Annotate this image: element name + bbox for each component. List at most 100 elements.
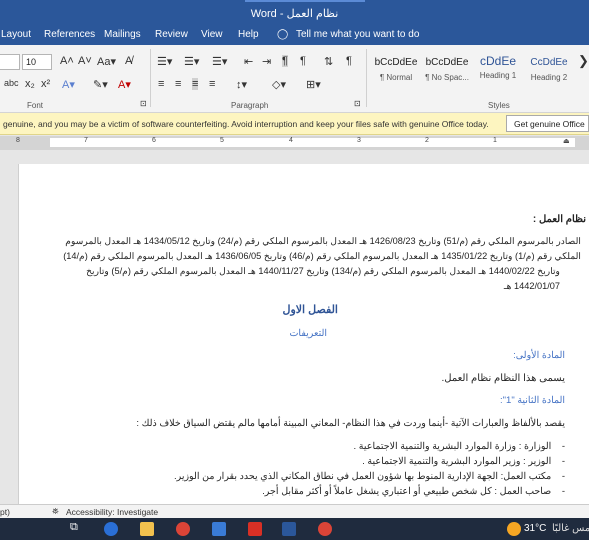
style-name: Heading 1 (479, 71, 517, 80)
ruler-number: 5 (220, 137, 224, 144)
group-separator (150, 49, 151, 107)
chapter-subheading: التعريفات (289, 328, 327, 339)
style-name: Heading 2 (530, 73, 568, 82)
ribbon-tabs: Layout References Mailings Review View H… (0, 25, 589, 45)
intro-line: 1442/01/07 هـ (503, 281, 560, 291)
ltr-direction-icon[interactable]: ¶ (282, 55, 288, 67)
rtl-direction-icon[interactable]: ¶ (300, 55, 306, 67)
tab-view[interactable]: View (201, 29, 223, 40)
decrease-indent-icon[interactable]: ⇤ (244, 55, 253, 68)
style-heading-1[interactable]: cDdEe Heading 1 (471, 48, 525, 92)
group-separator (366, 49, 367, 107)
document-title: نظام العمل : (532, 214, 586, 225)
tab-references[interactable]: References (44, 29, 95, 40)
tab-help[interactable]: Help (238, 29, 259, 40)
ruler-number: 4 (289, 137, 293, 144)
edge-icon[interactable] (104, 522, 118, 536)
acrobat-icon[interactable] (248, 522, 262, 536)
text-effects-icon[interactable]: A▾ (62, 78, 75, 91)
font-dialog-launcher-icon[interactable]: ⊡ (140, 99, 147, 108)
article-2-text: يقصد بالألفاظ والعبارات الآتية -أينما ور… (136, 418, 565, 429)
horizontal-ruler[interactable]: 8 7 6 5 4 3 2 1 ⏏ (0, 136, 589, 150)
styles-scroll-icon[interactable]: ❯ (578, 53, 589, 69)
tell-me-search[interactable]: Tell me what you want to do (296, 29, 419, 40)
status-bar: pt) ⛯ Accessibility: Investigate (0, 504, 589, 518)
superscript-icon[interactable]: x² (41, 78, 50, 90)
justify-icon[interactable]: ≡ (209, 78, 215, 90)
shading-icon[interactable]: ◇▾ (272, 78, 286, 91)
ruler-number: 6 (152, 137, 156, 144)
style-name: ¶ No Spac... (425, 73, 469, 82)
font-group-label: Font (27, 101, 44, 110)
font-color-icon[interactable]: A▾ (118, 78, 131, 91)
ruler-number: 3 (357, 137, 361, 144)
definition-text: صاحب العمل : كل شخص طبيعي أو اعتباري يشغ… (262, 486, 552, 497)
strikethrough-icon[interactable]: abc (4, 78, 19, 88)
warning-message: genuine, and you may be a victim of soft… (3, 119, 489, 129)
weather-icon[interactable] (507, 522, 521, 536)
highlight-color-icon[interactable]: ✎▾ (93, 78, 108, 91)
temperature: 31°C (524, 523, 547, 534)
title-bar: Word - نظام العمل (0, 0, 589, 25)
tab-mailings[interactable]: Mailings (104, 29, 141, 40)
document-page[interactable]: نظام العمل : الصادر بالمرسوم الملكي رقم … (18, 164, 589, 504)
intro-line: الصادر بالمرسوم الملكي رقم (م/51) وتاريخ… (65, 236, 581, 246)
style-normal[interactable]: bCcDdEe ¶ Normal (369, 48, 423, 92)
accessibility-icon: ⛯ (52, 506, 59, 516)
store-icon[interactable] (212, 522, 226, 536)
borders-icon[interactable]: ⊞▾ (306, 78, 321, 91)
chrome-profile-icon[interactable] (318, 522, 332, 536)
align-left-icon[interactable]: ≡ (158, 78, 164, 90)
file-explorer-icon[interactable] (140, 522, 154, 536)
numbering-icon[interactable]: ☰▾ (184, 55, 199, 68)
styles-group-label: Styles (488, 101, 510, 110)
window-title: Word - نظام العمل (250, 8, 339, 20)
style-sample: CcDdEe (530, 57, 568, 68)
font-size-combo[interactable]: 10 (22, 54, 52, 70)
paragraph-group-label: Paragraph (231, 101, 269, 110)
ruler-number: 2 (425, 137, 429, 144)
title-accent (245, 0, 365, 2)
tab-review[interactable]: Review (155, 29, 188, 40)
document-canvas: نظام العمل : الصادر بالمرسوم الملكي رقم … (0, 150, 589, 504)
chrome-icon[interactable] (176, 522, 190, 536)
weather-text: شمس غالبًا (552, 523, 589, 534)
definition-text: مكتب العمل: الجهة الإدارية المنوط بها شؤ… (173, 471, 552, 482)
style-heading-2[interactable]: CcDdEe Heading 2 (522, 48, 576, 92)
style-no-spacing[interactable]: bCcDdEe ¶ No Spac... (420, 48, 474, 92)
accessibility-status[interactable]: Accessibility: Investigate (66, 507, 158, 517)
show-formatting-icon[interactable]: ¶ (346, 55, 352, 67)
ruler-number: 7 (84, 137, 88, 144)
style-name: ¶ Normal (379, 73, 413, 82)
article-2-title: المادة الثانية "1": (500, 395, 565, 406)
intro-line: الملكي رقم (م/1) وتاريخ 1435/01/22 هـ ال… (63, 251, 581, 261)
paragraph-dialog-launcher-icon[interactable]: ⊡ (354, 99, 361, 108)
sort-icon[interactable]: ⇅ (324, 55, 333, 68)
chapter-heading: الفصل الاول (282, 304, 338, 316)
word-icon[interactable] (282, 522, 296, 536)
multilevel-list-icon[interactable]: ☰▾ (212, 55, 227, 68)
line-spacing-icon[interactable]: ↕▾ (236, 78, 247, 91)
grow-font-icon[interactable]: A˄ (60, 55, 74, 67)
align-center-icon[interactable]: ≡ (175, 78, 181, 90)
font-name-combo[interactable] (0, 54, 20, 70)
align-right-icon[interactable]: ≡ (192, 78, 199, 90)
change-case-icon[interactable]: Aa▾ (97, 55, 116, 68)
bullets-icon[interactable]: ☰▾ (157, 55, 172, 68)
ribbon: 10 A˄ A˅ Aa▾ A̸ abc x₂ x² A▾ ✎▾ A▾ Font … (0, 45, 589, 113)
article-1-title: المادة الأولى: (513, 350, 565, 361)
ruler-number: 8 (16, 137, 20, 144)
increase-indent-icon[interactable]: ⇥ (262, 55, 271, 68)
definition-item: - مكتب العمل: الجهة الإدارية المنوط بها … (173, 471, 565, 482)
get-genuine-office-button[interactable]: Get genuine Office (506, 115, 589, 132)
definition-text: الوزير : وزير الموارد البشرية والتنمية ا… (362, 456, 552, 467)
task-view-icon[interactable]: ⧉ (70, 521, 84, 535)
tab-layout[interactable]: Layout (1, 29, 31, 40)
intro-line: وتاريخ 1440/02/22 هـ المعدل بالمرسوم الم… (86, 266, 560, 276)
subscript-icon[interactable]: x₂ (25, 78, 35, 90)
definition-item: - الوزارة : وزارة الموارد البشرية والتنم… (353, 441, 565, 452)
clear-formatting-icon[interactable]: A̸ (125, 55, 132, 67)
status-left: pt) (0, 507, 10, 517)
shrink-font-icon[interactable]: A˅ (78, 55, 92, 67)
indent-marker-icon[interactable]: ⏏ (563, 137, 570, 145)
